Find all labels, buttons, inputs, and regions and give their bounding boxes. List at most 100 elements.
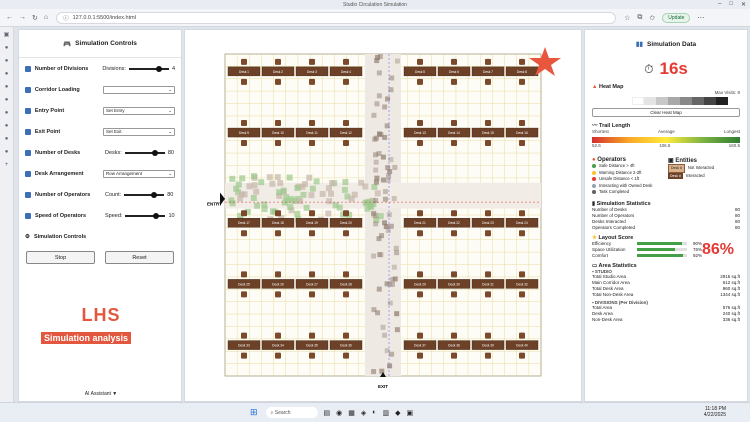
control-select[interactable]: ⌄ xyxy=(102,85,175,94)
slider-thumb[interactable] xyxy=(151,191,158,198)
windows-start-icon[interactable]: ⊞ xyxy=(250,407,258,418)
taskbar-app-icon[interactable]: ◆ xyxy=(395,409,400,417)
ai-assistant-toggle[interactable]: AI Assistant ▼ xyxy=(19,391,183,397)
control-select[interactable]: Set Entry ⌄ xyxy=(102,106,175,115)
refresh-icon[interactable]: ↻ xyxy=(32,14,38,22)
heat-cell xyxy=(382,220,388,226)
sidebar-app-icon[interactable]: ● xyxy=(5,58,9,64)
desk-swatch-not: Desk # xyxy=(668,164,685,173)
desk-label: Desk 1 xyxy=(239,70,249,74)
max-visits: Max Visits: 8 xyxy=(714,90,740,95)
desk-label: Desk 20 xyxy=(340,221,352,225)
add-icon[interactable]: + xyxy=(5,162,9,168)
control-row: Number of Divisions Divisions: 4 xyxy=(19,58,181,79)
control-select[interactable]: Row Arrangement ⌄ xyxy=(102,169,175,178)
update-button[interactable]: Update xyxy=(662,12,691,23)
stat-row: Non-Desk Area 336 sq.ft xyxy=(592,317,740,323)
slider-track[interactable] xyxy=(124,191,165,198)
chair xyxy=(485,140,491,147)
slider-track[interactable] xyxy=(125,212,166,219)
desk-label: Desk 6 xyxy=(449,70,459,74)
taskbar-app-icon[interactable]: ▦ xyxy=(348,409,355,417)
slider-thumb[interactable] xyxy=(152,149,158,156)
sidebar-app-icon[interactable]: ● xyxy=(5,45,9,51)
studio-table: Total Studio Area 2916 sq.ft Main Corridor… xyxy=(592,274,740,298)
heat-cell xyxy=(374,190,381,197)
slider-thumb[interactable] xyxy=(156,65,163,72)
tab-icon[interactable]: ▣ xyxy=(4,31,10,38)
slider-value: 10 xyxy=(168,212,175,219)
desk-label: Desk 11 xyxy=(306,131,318,135)
heat-cell xyxy=(300,191,307,198)
desk-label: Desk 22 xyxy=(448,221,460,225)
timer-value: 16s xyxy=(659,59,688,78)
heat-cell xyxy=(319,190,326,197)
chair xyxy=(451,78,457,85)
star-icon[interactable]: ☆ xyxy=(624,14,630,22)
desk-label: Desk 33 xyxy=(238,344,250,348)
system-clock[interactable]: 11:18 PM 4/22/2025 xyxy=(704,406,726,418)
taskbar-app-icon[interactable]: ▤ xyxy=(324,409,331,417)
sidebar-app-icon[interactable]: ● xyxy=(5,123,9,129)
taskbar-app-icon[interactable]: ◉ xyxy=(336,409,342,417)
heat-cell xyxy=(229,175,236,182)
sidebar-app-icon[interactable]: ● xyxy=(5,110,9,116)
entry-arrow xyxy=(220,192,225,206)
chevron-down-icon: ⌄ xyxy=(168,128,172,134)
maximize-icon[interactable]: □ xyxy=(729,1,733,8)
extensions-icon[interactable]: ⧉ xyxy=(637,14,642,22)
taskbar-app-icon[interactable]: ▣ xyxy=(407,409,414,417)
chair xyxy=(343,271,349,278)
operators-legend: ● Operators Safe Distance > 4ft Warning D… xyxy=(592,153,664,196)
heat-cell xyxy=(329,180,336,187)
control-slider[interactable]: Count: 80 xyxy=(105,191,173,198)
slider-thumb[interactable] xyxy=(152,212,159,219)
heat-cell xyxy=(393,245,399,251)
layout-scores: Efficiency 90% Space Utilization 76% Comfort… xyxy=(592,241,702,259)
taskbar-app-icon[interactable]: ◐ xyxy=(372,409,376,417)
chair xyxy=(451,352,457,359)
heat-cell xyxy=(374,175,380,181)
close-icon[interactable]: ✕ xyxy=(741,1,746,8)
control-slider[interactable]: Divisions: 4 xyxy=(102,65,175,72)
slider-track[interactable] xyxy=(124,149,165,156)
back-icon[interactable]: ← xyxy=(6,14,13,22)
menu-icon[interactable]: ⋯ xyxy=(697,14,704,22)
heat-cell xyxy=(394,327,400,333)
control-slider[interactable]: Desks: 80 xyxy=(105,149,174,156)
sidebar-app-icon[interactable]: ● xyxy=(5,136,9,142)
sidebar-app-icon[interactable]: ● xyxy=(5,84,9,90)
taskbar-search[interactable]: ⌕ Search xyxy=(265,407,318,418)
reset-button[interactable]: Reset xyxy=(105,251,174,264)
control-slider[interactable]: Speed: 10 xyxy=(105,212,175,219)
chair xyxy=(417,332,423,339)
heat-cell xyxy=(253,188,260,195)
desk-label: Desk 39 xyxy=(482,344,494,348)
chart-icon: ▮▮ xyxy=(635,41,644,48)
floor-plan[interactable]: Desk 1 Desk 2 Desk 3 Desk 4 Desk 5 Desk 6 Desk… xyxy=(185,30,583,403)
sidebar-app-icon[interactable]: ● xyxy=(5,149,9,155)
taskbar-app-icon[interactable]: ◈ xyxy=(361,409,366,417)
chair xyxy=(241,78,247,85)
slider-track[interactable] xyxy=(128,65,169,72)
taskbar-app-icon[interactable]: ▥ xyxy=(383,409,390,417)
sidebar-app-icon[interactable]: ● xyxy=(5,71,9,77)
sidebar-app-icon[interactable]: ● xyxy=(5,97,9,103)
home-icon[interactable]: ⌂ xyxy=(44,14,48,22)
desk-label: Desk 9 xyxy=(239,131,249,135)
chair xyxy=(241,210,247,217)
forward-icon[interactable]: → xyxy=(19,14,26,22)
heat-cell xyxy=(382,134,388,140)
stop-button[interactable]: Stop xyxy=(26,251,95,264)
control-select[interactable]: Set Exit ⌄ xyxy=(102,127,175,136)
heat-cell xyxy=(297,198,304,205)
heat-cell xyxy=(328,190,335,197)
desk-label: Desk 25 xyxy=(238,282,250,286)
favorites-icon[interactable]: ✩ xyxy=(649,14,655,22)
score-value: 92% xyxy=(692,252,702,258)
url-field[interactable]: ⓘ 127.0.0.1:5500/index.html xyxy=(56,11,617,24)
score-bar xyxy=(637,242,688,245)
minimize-icon[interactable]: – xyxy=(718,1,721,8)
heat-cell xyxy=(342,179,349,186)
clear-heatmap-button[interactable]: Clear Heat Map xyxy=(592,108,740,117)
